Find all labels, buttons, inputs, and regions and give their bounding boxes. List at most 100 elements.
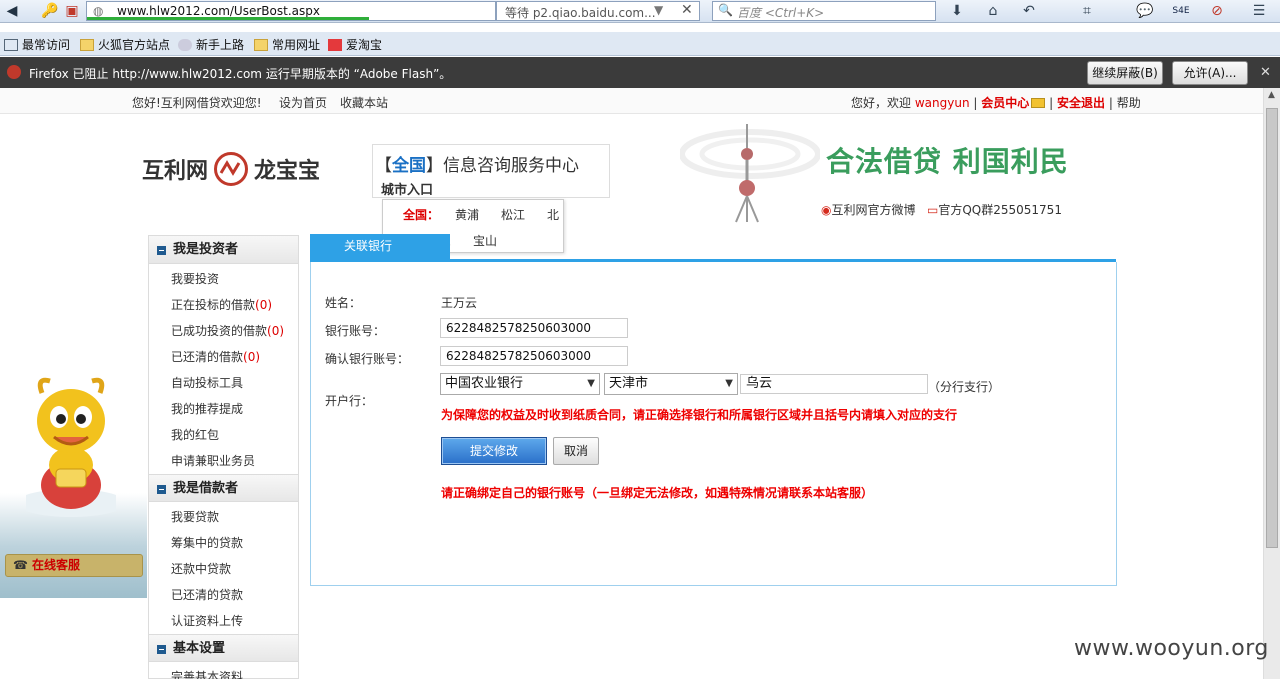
adblock-icon[interactable]: ⊘ [1206,2,1228,20]
bank-warning: 为保障您的权益及时收到纸质合同，请正确选择银行和所属银行区域并且括号内请填入对应… [441,408,958,422]
download-icon[interactable]: ⬇ [946,2,968,20]
dragon-mascot [26,377,116,517]
qq-icon: ▭ [927,203,939,217]
binding-warning: 请正确绑定自己的银行账号（一旦绑定无法修改，如遇特殊情况请联系本站客服） [441,486,874,500]
tower-illustration [680,124,820,223]
chevron-down-icon: ▼ [725,378,733,389]
welcome-text: 您好!互利网借贷欢迎您! [132,96,262,110]
user-greeting: 您好，欢迎 wangyun | 会员中心 | 安全退出 | 帮助 [851,96,1141,110]
confirm-account-input[interactable]: 6228482578250603000 [440,346,628,366]
chevron-down-icon: ▼ [587,378,595,389]
sidebar-item-referral[interactable]: 我的推荐提成 [171,400,243,417]
bank-select[interactable]: 中国农业银行 ▼ [440,373,600,395]
site-logo[interactable]: 互利网 龙宝宝 [142,152,320,186]
allow-button[interactable]: 允许(A)... [1172,61,1248,85]
flash-notification: Firefox 已阻止 http://www.hlw2012.com 运行早期版… [0,57,1280,88]
home-icon[interactable]: ⌂ [982,2,1004,20]
slogan: 合法借贷 利国利民 [826,145,1069,178]
flash-blocked-icon[interactable]: ▣ [62,2,82,20]
crop-icon[interactable]: ⌗ [1076,2,1098,20]
sidebar-item-bidding[interactable]: 正在投标的借款(0) [171,296,272,313]
globe-icon: ◍ [93,4,104,18]
bookmark-most-visited[interactable]: 最常访问 [4,36,70,53]
undo-icon[interactable]: ↶ [1018,2,1040,20]
investor-section-header[interactable]: 我是投资者 [149,236,298,264]
plugin-blocked-icon [7,65,21,79]
globe-icon [178,39,192,51]
chat-icon[interactable]: 💬 [1134,2,1156,20]
city-option[interactable]: 北 [547,206,559,223]
sidebar-item-invest[interactable]: 我要投资 [171,270,219,287]
help-link[interactable]: 帮助 [1117,96,1141,110]
branch-suffix: （分行支行） [928,380,1001,394]
sidebar-item-red-packet[interactable]: 我的红包 [171,426,219,443]
sidebar-item-parttime[interactable]: 申请兼职业务员 [171,452,255,469]
online-service-button[interactable]: ☎ 在线客服 [5,554,143,577]
sidebar-item-invested[interactable]: 已成功投资的借款(0) [171,322,284,339]
sidebar-item-apply-loan[interactable]: 我要贷款 [171,508,219,525]
sidebar-item-raising[interactable]: 筹集中的贷款 [171,534,243,551]
continue-block-button[interactable]: 继续屏蔽(B) [1087,61,1163,85]
menu-icon[interactable]: ☰ [1248,2,1270,20]
tab-status-text: 等待 p2.qiao.baidu.com... [505,6,656,20]
city-option[interactable]: 黄浦 [455,206,479,223]
tab-status[interactable]: 等待 p2.qiao.baidu.com... ▼ ✕ [496,1,700,21]
city-title: 【全国】信息咨询服务中心 [375,156,579,176]
qq-group-link[interactable]: ▭官方QQ群255051751 [927,201,1062,218]
sidebar-item-repaid[interactable]: 已还清的贷款 [171,586,243,603]
close-icon[interactable]: ✕ [681,2,693,18]
submit-button[interactable]: 提交修改 [441,437,547,465]
page-scrollbar[interactable]: ▲ [1263,88,1280,679]
cancel-button[interactable]: 取消 [553,437,599,465]
weibo-link[interactable]: ◉互利网官方微博 [821,201,916,218]
back-icon[interactable]: ◀ [2,2,22,20]
flash-message: Firefox 已阻止 http://www.hlw2012.com 运行早期版… [29,67,452,81]
confirm-account-label: 确认银行账号： [325,352,410,366]
bookmark-common-sites[interactable]: 常用网址 [254,36,320,53]
logout-link[interactable]: 安全退出 [1057,96,1105,110]
name-value: 王万云 [441,296,478,310]
taobao-icon [328,39,342,51]
sidebar-item-auto-bid[interactable]: 自动投标工具 [171,374,243,391]
city-entry-link[interactable]: 城市入口 [381,179,433,198]
city-all[interactable]: 全国： [403,206,439,223]
bookmark-getting-started[interactable]: 新手上路 [178,36,244,53]
folder-icon [80,39,94,51]
city-selector[interactable]: 【全国】信息咨询服务中心 城市入口 [372,144,610,198]
bookmarks-toolbar: 最常访问 火狐官方站点 新手上路 常用网址 爱淘宝 [0,32,1280,56]
load-progress [87,17,369,20]
logo-mark-icon [214,152,249,186]
name-label: 姓名： [325,296,362,310]
settings-section-header[interactable]: 基本设置 [149,634,298,662]
folder-icon [254,39,268,51]
account-label: 银行账号： [325,324,386,338]
search-input[interactable]: 🔍 百度 <Ctrl+K> [712,1,936,21]
tab-bank-binding[interactable]: 关联银行 [310,234,450,259]
scroll-up-icon[interactable]: ▲ [1268,90,1275,100]
set-home-link[interactable]: 设为首页 [279,94,327,111]
bookmark-site-link[interactable]: 收藏本站 [340,94,388,111]
sidebar-item-repaid-loans[interactable]: 已还清的借款(0) [171,348,260,365]
bookmark-firefox[interactable]: 火狐官方站点 [80,36,170,53]
city-option[interactable]: 松江 [501,206,525,223]
browser-toolbar: ◀ 🔑 ▣ ◍ www.hlw2012.com/UserBost.aspx 等待… [0,0,1280,23]
page-info-icon[interactable]: 🔑 [40,2,60,20]
sidebar-item-upload[interactable]: 认证资料上传 [171,612,243,629]
bank-account-input[interactable]: 6228482578250603000 [440,318,628,338]
sidebar-item-repaying[interactable]: 还款中贷款 [171,560,231,577]
bank-form-panel [310,262,1117,586]
scroll-thumb[interactable] [1266,108,1278,548]
member-center-link[interactable]: 会员中心 [981,96,1029,110]
borrower-section-header[interactable]: 我是借款者 [149,474,298,502]
url-bar[interactable]: ◍ www.hlw2012.com/UserBost.aspx [86,1,496,21]
mail-icon [1031,98,1046,108]
bookmark-taobao[interactable]: 爱淘宝 [328,36,382,53]
city-select[interactable]: 天津市 ▼ [604,373,738,395]
branch-input[interactable]: 乌云 [740,374,928,394]
tab-bar: 关联银行 [310,234,1116,262]
close-icon[interactable]: ✕ [1260,65,1271,80]
sidebar-item-profile[interactable]: 完善基本资料 [171,668,243,679]
dropdown-icon[interactable]: ▼ [654,3,663,17]
s4e-icon[interactable]: S4E [1170,2,1192,20]
username-link[interactable]: wangyun [915,96,970,110]
